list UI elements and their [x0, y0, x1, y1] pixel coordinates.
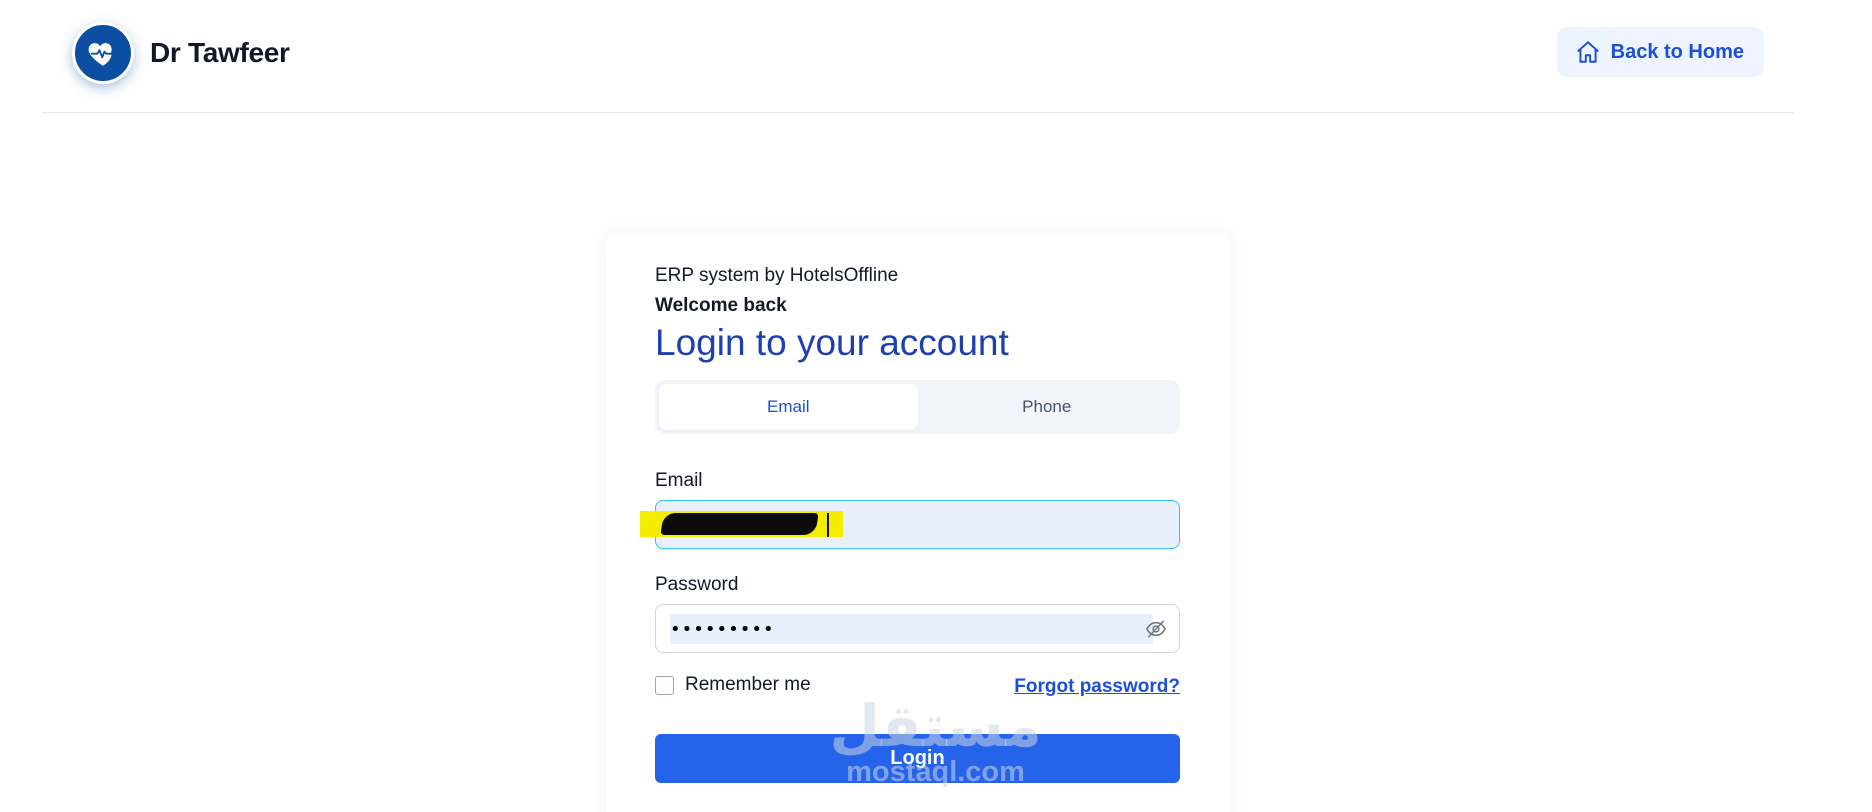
email-label: Email	[655, 470, 703, 491]
top-header: Dr Tawfeer Back to Home	[42, 0, 1794, 113]
email-input[interactable]	[656, 501, 1179, 548]
tab-phone[interactable]: Phone	[918, 384, 1177, 430]
tab-email[interactable]: Email	[659, 384, 918, 430]
back-to-home-button[interactable]: Back to Home	[1556, 27, 1764, 77]
forgot-password-link[interactable]: Forgot password?	[1014, 676, 1180, 698]
remember-me-checkbox[interactable]	[655, 675, 674, 695]
eye-off-icon[interactable]	[1145, 619, 1167, 639]
email-field[interactable]	[640, 500, 1180, 549]
brand-name: Dr Tawfeer	[150, 37, 290, 68]
back-to-home-label: Back to Home	[1610, 40, 1744, 63]
remember-me[interactable]: Remember me	[655, 674, 811, 696]
password-label: Password	[655, 574, 739, 595]
heart-pulse-icon	[72, 22, 134, 84]
login-button[interactable]: Login	[655, 734, 1180, 783]
login-card: ERP system by HotelsOffline Welcome back…	[606, 234, 1230, 812]
text-caret	[827, 513, 829, 537]
remember-me-label: Remember me	[685, 674, 811, 695]
page-title: Login to your account	[655, 322, 1009, 363]
password-input[interactable]	[670, 614, 1130, 644]
password-field[interactable]	[655, 604, 1180, 653]
home-icon	[1576, 41, 1599, 63]
brand[interactable]: Dr Tawfeer	[72, 22, 290, 84]
welcome-text: Welcome back	[655, 295, 787, 316]
system-subtitle: ERP system by HotelsOffline	[655, 265, 899, 286]
login-page: Dr Tawfeer Back to Home ERP system by Ho…	[0, 0, 1872, 812]
login-method-tabs: Email Phone	[655, 380, 1180, 434]
